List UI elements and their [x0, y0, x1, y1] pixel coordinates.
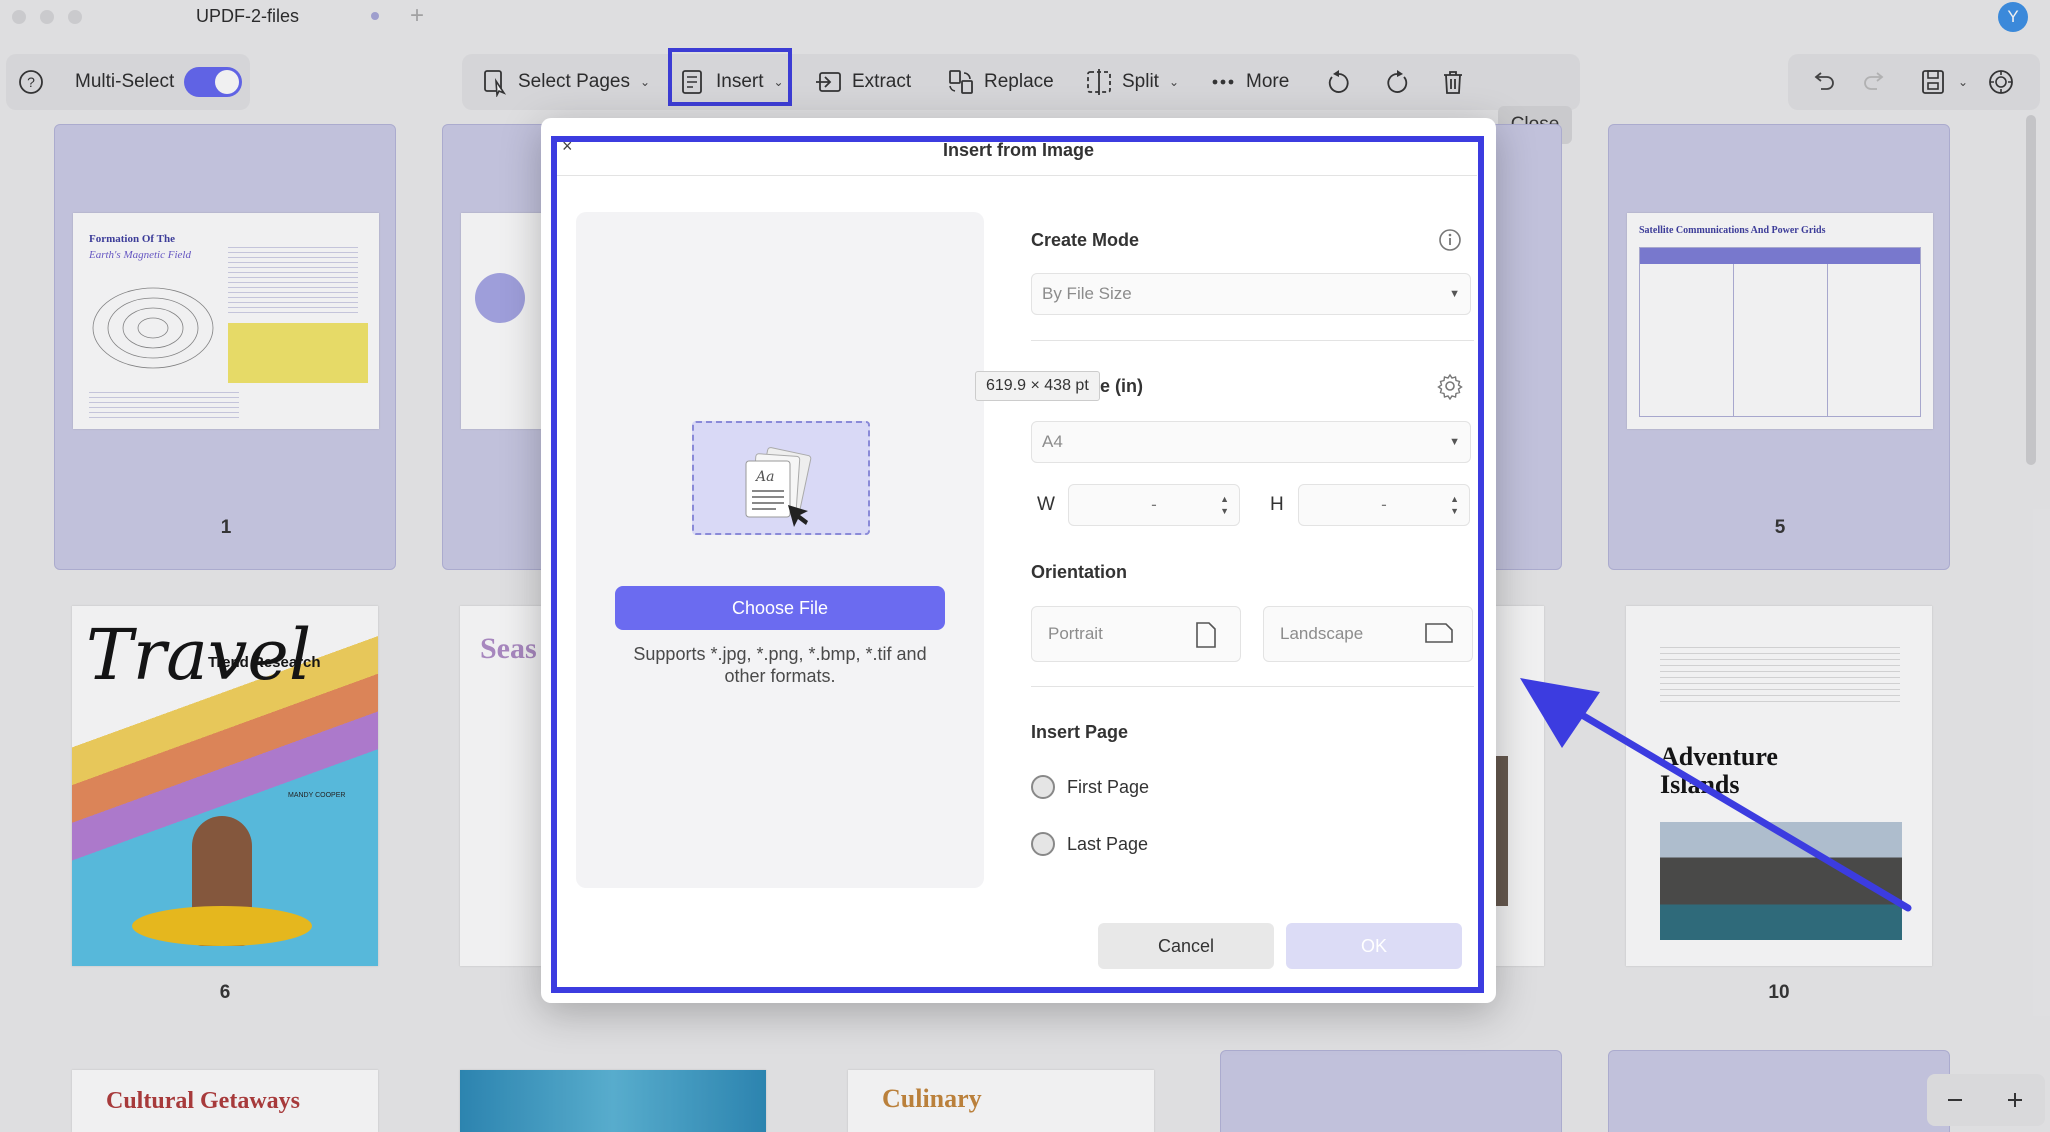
- page-size-select[interactable]: A4 ▼: [1031, 421, 1471, 463]
- orientation-label: Orientation: [1031, 562, 1128, 582]
- dropdown-arrow-icon: ▼: [1449, 288, 1460, 300]
- insert-page-label: Insert Page: [1031, 722, 1129, 742]
- radio-icon: [1031, 832, 1055, 856]
- last-page-label: Last Page: [1067, 833, 1149, 854]
- create-mode-value: By File Size: [1042, 284, 1132, 303]
- width-value: -: [1151, 495, 1157, 514]
- cancel-button[interactable]: Cancel: [1098, 923, 1274, 969]
- first-page-radio[interactable]: First Page: [1031, 775, 1149, 799]
- create-mode-label: Create Mode: [1031, 230, 1140, 250]
- height-stepper[interactable]: - ▲ ▼: [1298, 484, 1470, 526]
- landscape-option[interactable]: Landscape: [1263, 606, 1473, 662]
- file-drop-panel: [576, 212, 984, 888]
- landscape-icon: [1425, 623, 1453, 643]
- dropdown-arrow-icon: ▼: [1449, 436, 1460, 448]
- settings-gear-icon[interactable]: [1436, 372, 1464, 400]
- create-mode-select[interactable]: By File Size ▼: [1031, 273, 1471, 315]
- file-drop-zone[interactable]: Aa: [692, 421, 870, 535]
- svg-text:Aa: Aa: [754, 469, 774, 485]
- choose-file-button[interactable]: Choose File: [615, 586, 945, 630]
- stepper-arrows-icon[interactable]: ▲ ▼: [1450, 493, 1459, 517]
- dialog-title: Insert from Image: [942, 140, 1095, 160]
- ok-button[interactable]: OK: [1286, 923, 1462, 969]
- page-size-label: e (in): [1100, 376, 1143, 396]
- divider: [1031, 340, 1474, 341]
- portrait-label: Portrait: [1048, 624, 1103, 643]
- portrait-icon: [1196, 622, 1216, 648]
- document-stack-icon: Aa: [745, 447, 812, 527]
- info-icon[interactable]: [1437, 227, 1463, 253]
- landscape-label: Landscape: [1280, 624, 1364, 643]
- height-value: -: [1381, 495, 1387, 514]
- annotation-arrow-icon: [1520, 678, 1912, 912]
- size-tooltip: 619.9 × 438 pt: [975, 371, 1100, 401]
- width-label: W: [1037, 494, 1055, 515]
- width-stepper[interactable]: - ▲ ▼: [1068, 484, 1240, 526]
- height-label: H: [1270, 494, 1284, 515]
- divider: [1031, 686, 1474, 687]
- portrait-option[interactable]: Portrait: [1031, 606, 1241, 662]
- supported-formats-text: Supports *.jpg, *.png, *.bmp, *.tif and …: [633, 644, 927, 686]
- last-page-radio[interactable]: Last Page: [1031, 832, 1148, 856]
- page-size-value: A4: [1042, 432, 1063, 451]
- divider: [557, 175, 1477, 176]
- stepper-arrows-icon[interactable]: ▲ ▼: [1220, 493, 1229, 517]
- first-page-label: First Page: [1067, 776, 1150, 797]
- radio-icon: [1031, 775, 1055, 799]
